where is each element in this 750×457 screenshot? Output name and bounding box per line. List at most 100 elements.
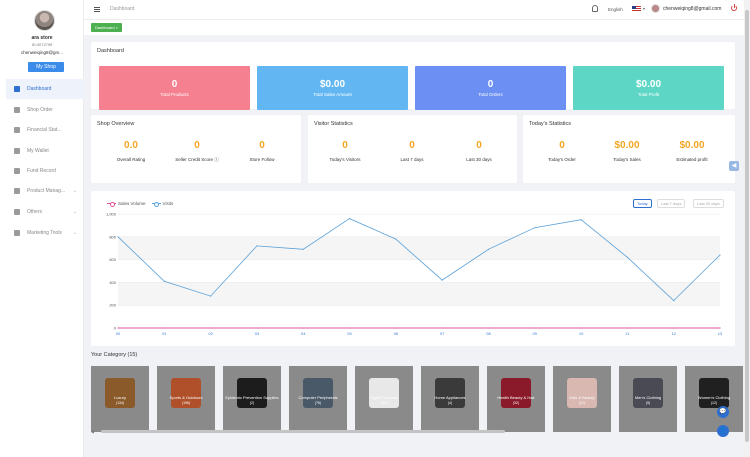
category-tile[interactable]: Women's Clothing (12) <box>685 366 743 432</box>
order-icon <box>14 107 20 113</box>
topbar: Dashboard English ▾ chenweiqing8@gmail.c… <box>84 0 750 20</box>
category-tile[interactable]: Health Beauty & Hair (32) <box>487 366 545 432</box>
user-avatar[interactable] <box>651 4 660 13</box>
metric-overall-rating: 0.0 Overall Rating <box>101 140 161 162</box>
chat-icon[interactable]: 💬 <box>717 406 729 418</box>
category-tile[interactable]: Sports & Outdoors (196) <box>157 366 215 432</box>
x-tick-label: 07 <box>440 331 445 336</box>
data-point <box>210 295 212 297</box>
bell-icon[interactable] <box>592 5 598 12</box>
category-tile[interactable]: Epidemic Prevention Supplies (2) <box>223 366 281 432</box>
data-point <box>626 327 628 329</box>
page-scroll-thumb[interactable] <box>745 10 749 442</box>
card-title: Visitor Statistics <box>314 121 353 127</box>
chevron-down-icon: ⌄ <box>72 209 77 215</box>
user-email[interactable]: chenweiqing8@gmail.com <box>663 6 721 12</box>
main-content: Dashboard 0 Total Products $0.00 Total S… <box>84 35 744 457</box>
sidebar-item-label: Dashboard <box>27 86 52 92</box>
sidebar-item-shop-order[interactable]: Shop Order <box>6 100 84 120</box>
language-selector[interactable]: English <box>608 7 623 12</box>
metric-todays-visitors: 0 Today's Visitors <box>315 140 375 162</box>
data-point <box>302 248 304 250</box>
y-tick-label: 200 <box>109 303 116 308</box>
data-point <box>487 327 490 329</box>
category-tile[interactable]: Computer Peripherals (76) <box>289 366 347 432</box>
stat-label: Total Orders <box>478 92 503 97</box>
sidebar-item-financial-stat[interactable]: Financial Stat... <box>6 120 84 140</box>
data-point <box>256 327 258 329</box>
store-avatar[interactable] <box>34 10 55 31</box>
category-scrollbar[interactable]: ◀ <box>91 429 727 434</box>
sidebar-item-product-management[interactable]: Product Manag... ⌄ <box>6 181 84 201</box>
my-shop-button[interactable]: My Shop <box>28 62 64 72</box>
metric-label: Today's Visitors <box>329 157 361 162</box>
sidebar-item-label: Fund Record <box>27 168 56 174</box>
category-tile[interactable]: Digital Products (97) <box>355 366 413 432</box>
menu-toggle-icon[interactable] <box>94 7 100 12</box>
data-point <box>395 238 397 240</box>
metric-last-7-days: 0 Last 7 days <box>382 140 442 162</box>
sidebar: ara store ID:4072795 chenweiqing8@gm... … <box>0 0 84 457</box>
logout-icon[interactable] <box>731 4 737 11</box>
category-count: (9) <box>645 401 651 405</box>
grid-band <box>118 282 720 306</box>
stat-value: $0.00 <box>319 79 346 90</box>
metric-value: $0.00 <box>679 140 705 151</box>
sidebar-item-others[interactable]: Others ⌄ <box>6 202 84 222</box>
category-name: Kids & Beauty <box>569 395 595 400</box>
tag-bar: Dashboard × <box>84 20 750 35</box>
category-tile[interactable]: Men's Clothing (9) <box>619 366 677 432</box>
stat-total-sales-amount[interactable]: $0.00 Total Sales Amount <box>257 66 408 110</box>
stat-label: Total Sales Amount <box>313 92 352 97</box>
data-point <box>348 217 351 220</box>
sidebar-item-my-wallet[interactable]: My Wallet <box>6 141 84 161</box>
stat-total-profit[interactable]: $0.00 Total Profit <box>573 66 724 110</box>
category-count: (196) <box>181 401 191 405</box>
category-name: Sports & Outdoors <box>169 395 203 400</box>
product-icon <box>14 188 20 194</box>
scroll-left-icon[interactable]: ◀ <box>91 429 94 434</box>
side-collapse-tab[interactable]: ◀ <box>729 161 739 171</box>
chevron-down-icon: ⌄ <box>72 188 77 194</box>
data-point <box>163 280 165 282</box>
chevron-down-icon[interactable]: ▾ <box>643 6 645 11</box>
stat-total-products[interactable]: 0 Total Products <box>99 66 250 110</box>
user-support-icon[interactable]: 👤 <box>717 425 729 437</box>
sidebar-item-dashboard[interactable]: Dashboard <box>6 79 84 99</box>
metric-value: 0 <box>194 140 200 151</box>
stat-label: Total Products <box>160 92 189 97</box>
metric-todays-sales: $0.00 Today's Sales <box>597 140 657 162</box>
breadcrumb: Dashboard <box>110 6 135 12</box>
record-icon <box>14 168 20 174</box>
category-tile[interactable]: Home Appliances (4) <box>421 366 479 432</box>
data-point <box>117 327 119 329</box>
sidebar-item-marketing-tools[interactable]: Marketing Tools ⌄ <box>6 223 84 243</box>
tab-dashboard[interactable]: Dashboard × <box>91 23 123 32</box>
data-point <box>348 327 351 329</box>
metric-label: Last 30 days <box>466 157 492 162</box>
data-point <box>441 279 443 281</box>
category-scroll-thumb[interactable] <box>101 430 505 433</box>
wallet-icon <box>14 148 20 154</box>
x-tick-label: 02 <box>208 331 213 336</box>
category-tile[interactable]: Luxury (134) <box>91 366 149 432</box>
x-tick-label: 00 <box>116 331 121 336</box>
stat-total-orders[interactable]: 0 Total Orders <box>415 66 566 110</box>
data-point <box>302 327 304 329</box>
y-tick-label: 1,000 <box>106 212 117 217</box>
sidebar-item-fund-record[interactable]: Fund Record <box>6 161 84 181</box>
us-flag-icon[interactable] <box>632 6 641 12</box>
data-point <box>534 227 536 229</box>
y-tick-label: 400 <box>109 280 116 285</box>
page-scrollbar[interactable] <box>744 0 750 457</box>
dashboard-icon <box>14 86 20 92</box>
metric-value: 0.0 <box>124 140 138 151</box>
sidebar-item-label: My Wallet <box>27 148 49 154</box>
finance-icon <box>14 127 20 133</box>
category-tile[interactable]: Kids & Beauty (22) <box>553 366 611 432</box>
grid-band <box>118 236 720 260</box>
category-count: (2) <box>249 401 255 405</box>
category-name: Epidemic Prevention Supplies <box>225 395 279 400</box>
data-point <box>395 327 397 329</box>
data-point <box>673 327 675 329</box>
